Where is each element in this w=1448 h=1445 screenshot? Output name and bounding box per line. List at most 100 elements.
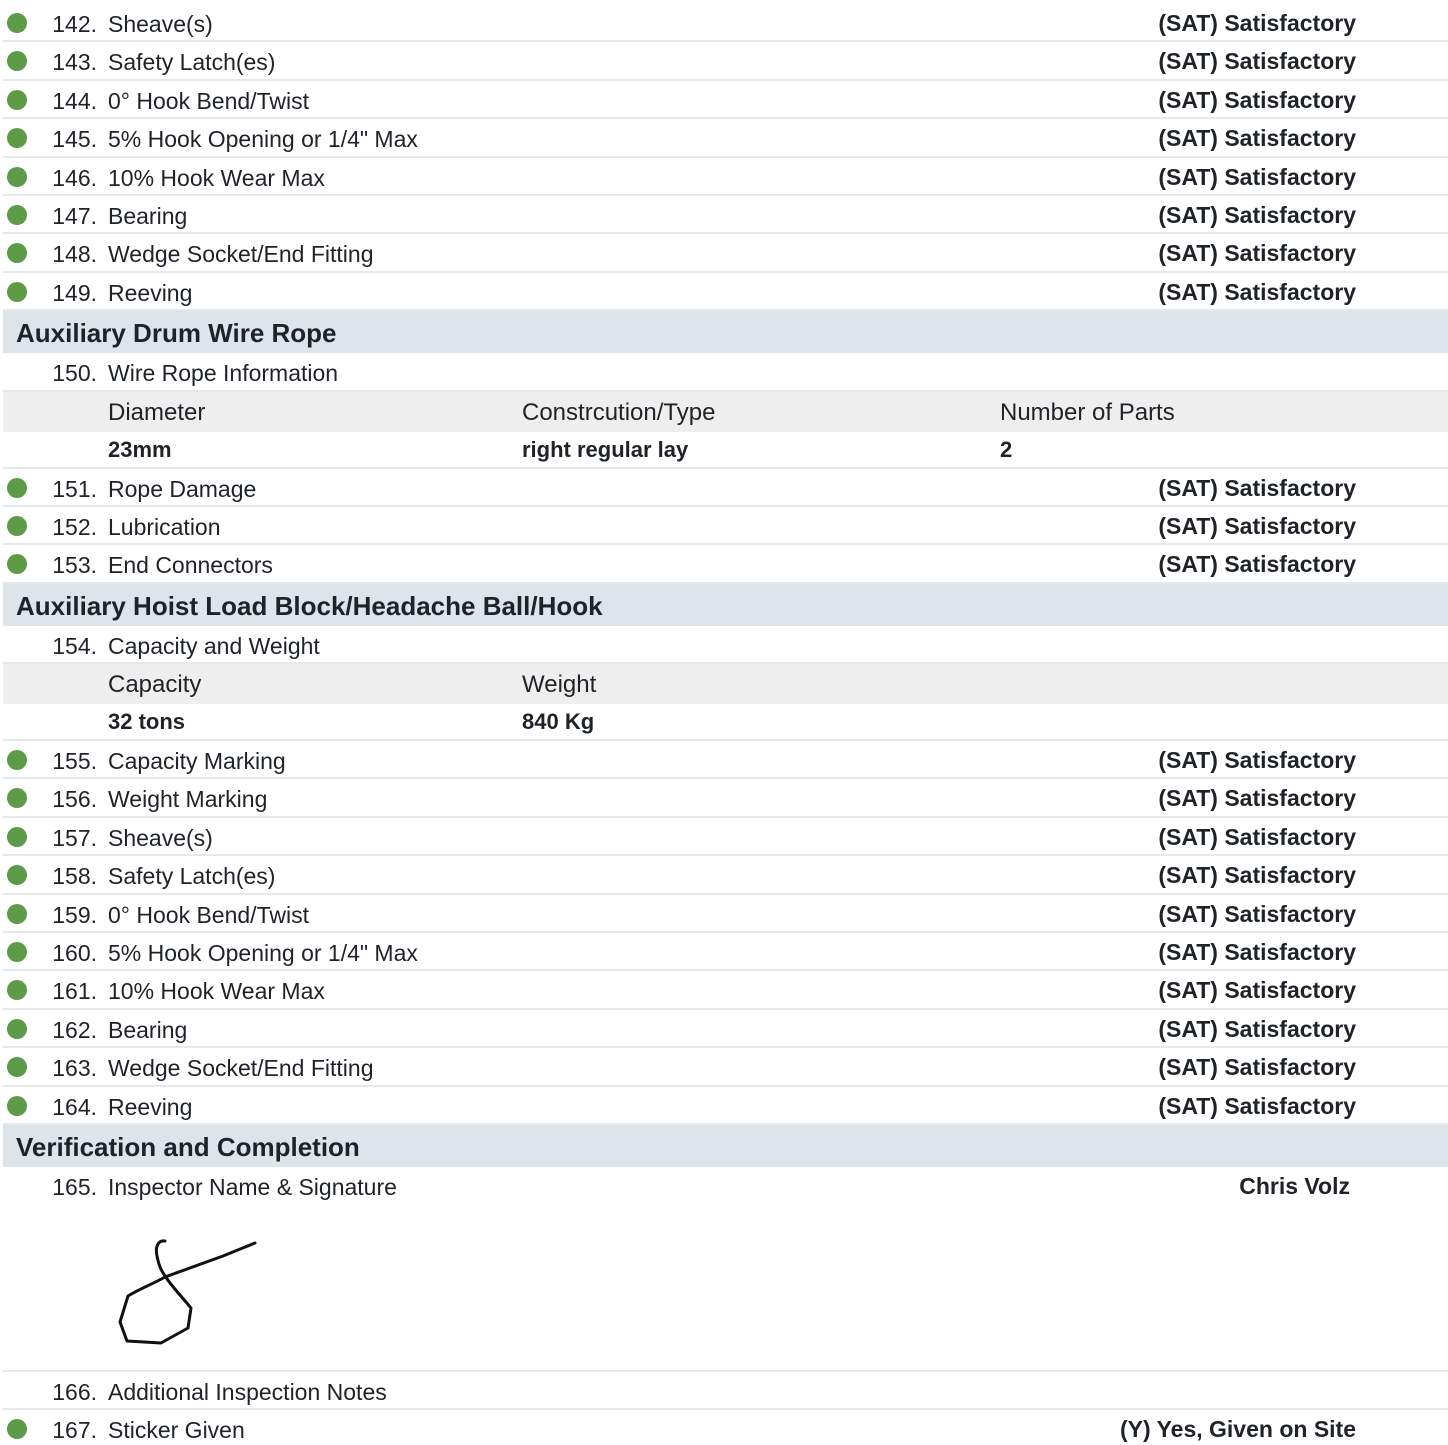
checklist-row: 142. Sheave(s) (SAT) Satisfactory [3, 4, 1448, 43]
checklist-row: 163. Wedge Socket/End Fitting (SAT) Satisf… [3, 1048, 1448, 1087]
item-status: (SAT) Satisfactory [1158, 278, 1356, 305]
item-label: Safety Latch(es) [108, 49, 276, 76]
checklist-group-main-hoist: 142. Sheave(s) (SAT) Satisfactory 143. Safet… [3, 4, 1448, 312]
item-status: (SAT) Satisfactory [1158, 1054, 1356, 1081]
checklist-row-inspector-signature: 165. Inspector Name & Signature Chris Vo… [3, 1167, 1448, 1372]
status-dot-icon [7, 1419, 27, 1440]
item-status: (SAT) Satisfactory [1158, 48, 1356, 75]
wire-rope-table-header: Diameter Constrcution/Type Number of Par… [3, 391, 1448, 432]
item-number: 164. [52, 1093, 97, 1120]
item-number: 148. [52, 241, 97, 268]
item-status: (SAT) Satisfactory [1158, 862, 1356, 889]
item-status: (SAT) Satisfactory [1158, 823, 1356, 850]
status-dot-icon [7, 1057, 27, 1078]
item-label: Safety Latch(es) [108, 863, 276, 890]
item-status: (SAT) Satisfactory [1158, 785, 1356, 812]
checklist-row: 161. 10% Hook Wear Max (SAT) Satisfactory [3, 971, 1448, 1010]
checklist-row-sticker-given: 167. Sticker Given (Y) Yes, Given on Sit… [3, 1410, 1448, 1445]
item-status: (SAT) Satisfactory [1158, 1092, 1356, 1119]
item-label: 5% Hook Opening or 1/4" Max [108, 126, 418, 153]
item-status: (SAT) Satisfactory [1158, 551, 1356, 578]
column-header-parts: Number of Parts [1000, 398, 1175, 426]
checklist-row: 145. 5% Hook Opening or 1/4" Max (SAT) Sat… [3, 119, 1448, 158]
checklist-row: 151. Rope Damage (SAT) Satisfactory [3, 469, 1448, 507]
wire-rope-table-values: 23mm right regular lay 2 [3, 432, 1448, 469]
checklist-row: 162. Bearing (SAT) Satisfactory [3, 1010, 1448, 1049]
section-title: Auxiliary Hoist Load Block/Headache Ball… [16, 590, 603, 621]
item-number: 160. [52, 940, 97, 967]
status-dot-icon [7, 515, 27, 536]
item-number: 163. [52, 1055, 97, 1082]
checklist-row: 152. Lubrication (SAT) Satisfactory [3, 507, 1448, 546]
column-header-construction: Constrcution/Type [522, 398, 716, 426]
item-number: 145. [52, 126, 97, 153]
checklist-row-wire-rope-info: 150. Wire Rope Information [3, 353, 1448, 392]
item-label: 0° Hook Bend/Twist [108, 901, 309, 928]
status-dot-icon [7, 51, 27, 72]
status-dot-icon [7, 166, 27, 187]
checklist-row-capacity-weight: 154. Capacity and Weight [3, 626, 1448, 665]
item-status: (SAT) Satisfactory [1158, 201, 1356, 228]
section-title: Verification and Completion [16, 1131, 360, 1162]
item-label: Wedge Socket/End Fitting [108, 1055, 374, 1082]
status-dot-icon [7, 903, 27, 924]
item-label: Sheave(s) [108, 11, 213, 37]
item-label: End Connectors [108, 552, 273, 579]
item-label: Sticker Given [108, 1417, 245, 1444]
capacity-value: 32 tons [108, 709, 186, 735]
item-label: Capacity Marking [108, 748, 286, 775]
status-dot-icon [7, 13, 27, 33]
checklist-row: 146. 10% Hook Wear Max (SAT) Satisfactory [3, 158, 1448, 196]
checklist-row: 147. Bearing (SAT) Satisfactory [3, 196, 1448, 235]
status-dot-icon [7, 477, 27, 498]
status-dot-icon [7, 865, 27, 886]
item-label: 0° Hook Bend/Twist [108, 87, 309, 114]
item-label: 5% Hook Opening or 1/4" Max [108, 940, 418, 967]
item-status: (SAT) Satisfactory [1158, 512, 1356, 539]
construction-value: right regular lay [522, 436, 689, 462]
status-dot-icon [7, 243, 27, 264]
item-number: 166. [52, 1378, 97, 1405]
status-dot-icon [7, 204, 27, 225]
item-status: (Y) Yes, Given on Site [1119, 1416, 1356, 1443]
item-number: 158. [52, 863, 97, 890]
column-header-capacity: Capacity [108, 671, 202, 699]
checklist-row: 149. Reeving (SAT) Satisfactory [3, 273, 1448, 312]
signature-image [118, 1239, 257, 1345]
status-dot-icon [7, 1018, 27, 1039]
item-number: 167. [52, 1417, 97, 1444]
status-dot-icon [7, 89, 27, 110]
checklist-group-wire-rope: 151. Rope Damage (SAT) Satisfactory 152. Lub… [3, 469, 1448, 584]
item-number: 147. [52, 202, 97, 229]
item-label: 10% Hook Wear Max [108, 164, 325, 191]
item-number: 157. [52, 824, 97, 851]
checklist-row: 153. End Connectors (SAT) Satisfactory [3, 545, 1448, 584]
item-label: Bearing [108, 1016, 188, 1043]
item-label: Reeving [108, 1093, 193, 1120]
checklist-row: 164. Reeving (SAT) Satisfactory [3, 1087, 1448, 1125]
status-dot-icon [7, 1095, 27, 1116]
item-number: 165. [52, 1173, 97, 1200]
status-dot-icon [7, 980, 27, 1001]
section-title: Auxiliary Drum Wire Rope [16, 318, 337, 349]
column-header-diameter: Diameter [108, 398, 206, 426]
status-dot-icon [7, 942, 27, 963]
item-label: Wedge Socket/End Fitting [108, 241, 374, 268]
capacity-table-values: 32 tons 840 Kg [3, 704, 1448, 742]
item-status: (SAT) Satisfactory [1158, 747, 1356, 774]
item-label: Inspector Name & Signature [108, 1173, 397, 1200]
status-dot-icon [7, 128, 27, 149]
capacity-table-header: Capacity Weight [3, 664, 1448, 705]
checklist-row: 156. Weight Marking (SAT) Satisfactory [3, 779, 1448, 818]
item-label: Bearing [108, 202, 188, 229]
item-label: Sheave(s) [108, 824, 213, 851]
checklist-row: 158. Safety Latch(es) (SAT) Satisfactory [3, 856, 1448, 895]
item-number: 155. [52, 748, 97, 775]
checklist-row: 157. Sheave(s) (SAT) Satisfactory [3, 818, 1448, 857]
section-header-hoist-load-block: Auxiliary Hoist Load Block/Headache Ball… [3, 583, 1448, 626]
item-label: 10% Hook Wear Max [108, 978, 325, 1005]
status-dot-icon [7, 788, 27, 809]
checklist-row-inspection-notes: 166. Additional Inspection Notes [3, 1372, 1448, 1411]
item-status: (SAT) Satisfactory [1158, 240, 1356, 267]
inspection-checklist: 142. Sheave(s) (SAT) Satisfactory 143. Safet… [3, 4, 1448, 1445]
